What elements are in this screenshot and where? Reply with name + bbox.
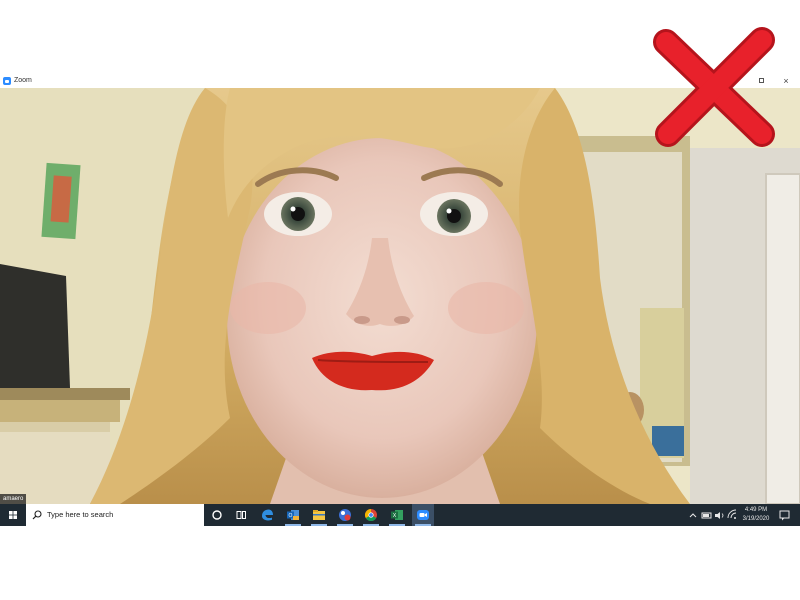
file-explorer-icon xyxy=(313,510,325,520)
zoom-app-button[interactable] xyxy=(412,504,434,526)
excel-icon: X xyxy=(391,510,403,520)
task-view-button[interactable] xyxy=(230,504,252,526)
outlook-app-button[interactable]: O xyxy=(282,504,304,526)
zoom-logo-icon xyxy=(3,77,11,85)
windows-taskbar: Type here to search O X 4:49 PM 3/19/202… xyxy=(0,504,800,526)
notification-icon xyxy=(779,510,790,521)
red-x-icon xyxy=(653,27,775,147)
cortana-icon xyxy=(212,510,222,520)
participant-name-tag: amaero xyxy=(0,494,27,504)
edge-app-button[interactable] xyxy=(256,504,278,526)
start-button[interactable] xyxy=(2,504,24,526)
cortana-button[interactable] xyxy=(206,504,228,526)
task-view-icon xyxy=(236,511,246,519)
zoom-icon xyxy=(417,510,429,520)
sticky-app-button[interactable] xyxy=(334,504,356,526)
svg-text:O: O xyxy=(289,513,293,519)
webcam-image xyxy=(0,88,800,504)
search-placeholder: Type here to search xyxy=(47,510,114,519)
video-feed: amaero xyxy=(0,88,800,504)
notifications-button[interactable] xyxy=(778,504,792,526)
search-icon xyxy=(32,510,42,520)
window-title: Zoom xyxy=(14,77,32,84)
outlook-icon: O xyxy=(287,510,299,520)
volume-icon[interactable] xyxy=(714,504,726,526)
edge-icon xyxy=(262,509,273,521)
taskbar-clock[interactable]: 4:49 PM 3/19/2020 xyxy=(736,506,776,523)
clock-date: 3/19/2020 xyxy=(742,515,770,522)
battery-icon[interactable] xyxy=(701,504,713,526)
tray-chevron-up-icon[interactable] xyxy=(688,504,698,526)
excel-app-button[interactable]: X xyxy=(386,504,408,526)
windows-logo-icon xyxy=(9,511,17,519)
clock-time: 4:49 PM xyxy=(744,507,768,513)
sticky-icon xyxy=(339,509,351,521)
taskbar-search-box[interactable]: Type here to search xyxy=(26,504,204,526)
chrome-icon xyxy=(364,509,377,522)
chrome-app-button[interactable] xyxy=(360,504,382,526)
file-explorer-app-button[interactable] xyxy=(308,504,330,526)
